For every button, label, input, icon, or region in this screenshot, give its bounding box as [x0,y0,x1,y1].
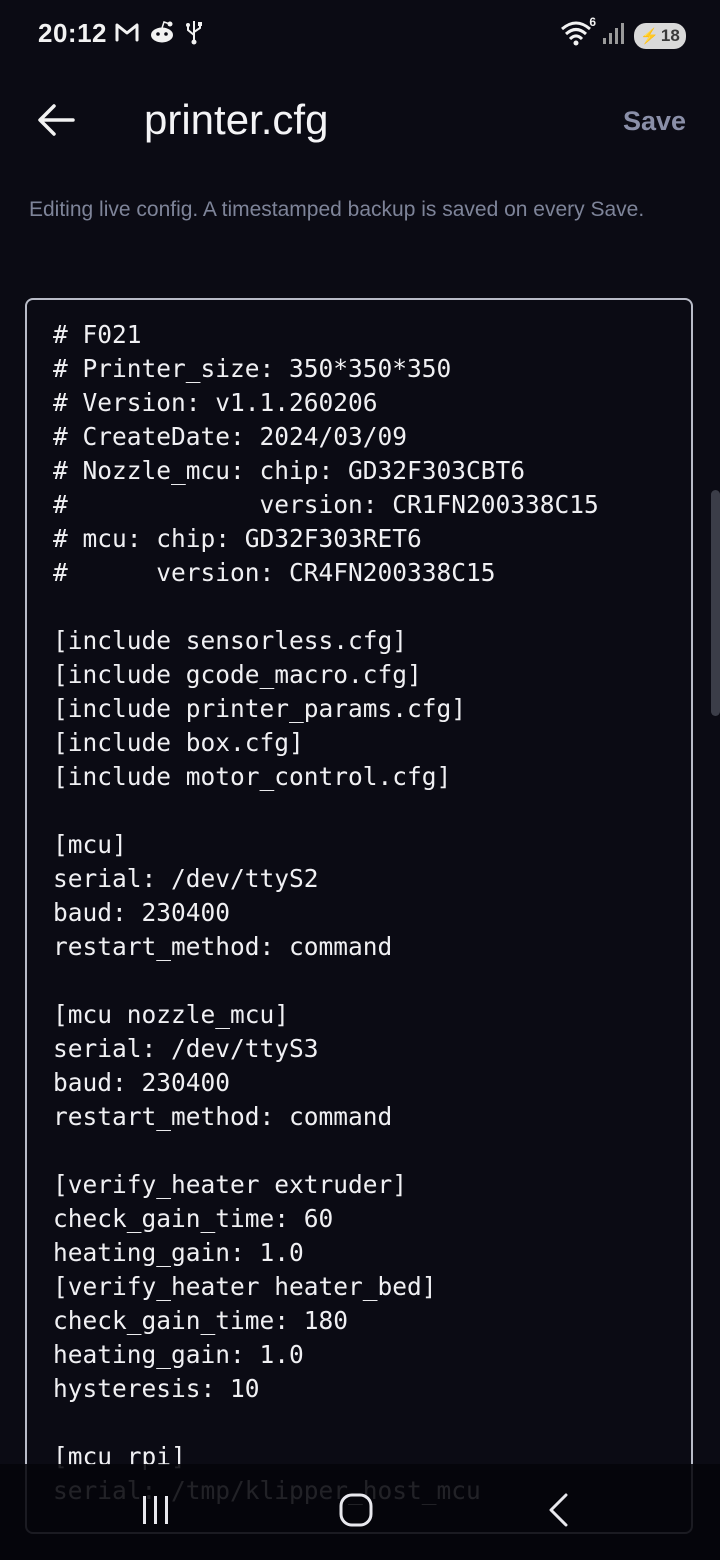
wifi-badge: 6 [589,15,596,29]
usb-icon [184,19,204,50]
battery-indicator: ⚡ 18 [634,22,686,49]
config-text[interactable]: # F021 # Printer_size: 350*350*350 # Ver… [53,318,599,1508]
save-button[interactable]: Save [623,106,686,137]
recent-apps-icon [139,1493,173,1532]
scrollbar-thumb[interactable] [711,490,720,716]
status-time: 20:12 [38,18,107,48]
gmail-icon [114,19,140,50]
notification-icons [114,19,204,50]
system-back-button[interactable] [528,1490,588,1534]
back-icon [546,1492,570,1533]
reddit-icon [148,19,176,50]
config-editor[interactable]: # F021 # Printer_size: 350*350*350 # Ver… [25,298,693,1534]
charging-icon: ⚡ [640,27,659,45]
battery-level: 18 [660,25,680,45]
page-title: printer.cfg [144,96,329,143]
info-text: Editing live config. A timestamped backu… [29,198,645,221]
arrow-left-icon [37,103,75,142]
app-bar: printer.cfg Save [0,80,720,164]
status-bar: 20:12 6 ⚡ 18 [0,0,720,68]
home-icon [338,1492,374,1533]
recent-apps-button[interactable] [126,1490,186,1534]
home-button[interactable] [326,1490,386,1534]
screen: 20:12 6 ⚡ 18 printer.cfg Save Editing li… [0,0,720,1560]
wifi-icon: 6 [560,15,596,52]
system-icons: 6 ⚡ 18 [560,15,686,52]
signal-icon [602,21,626,50]
back-button[interactable] [28,94,84,150]
navigation-bar [0,1464,720,1560]
